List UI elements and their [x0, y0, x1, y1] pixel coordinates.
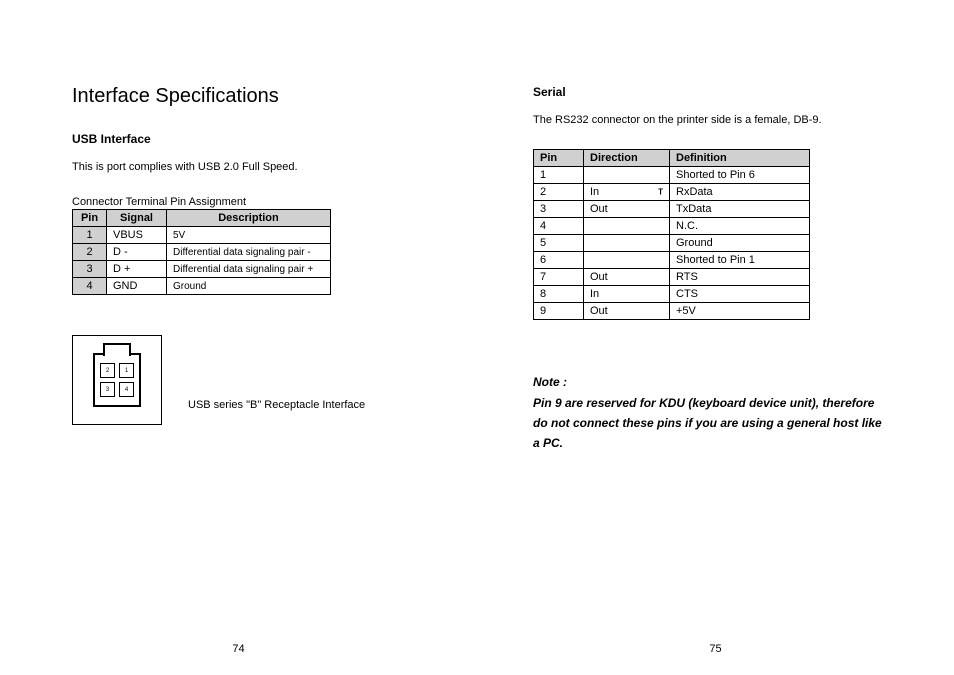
usb-pin-label: 3	[100, 382, 115, 397]
cell-pin: 8	[534, 286, 584, 303]
page-left: Interface Specifications USB Interface T…	[0, 0, 477, 675]
cell-pin: 1	[534, 167, 584, 184]
cell-dir: Out	[584, 269, 670, 286]
table-row: 7 Out RTS	[534, 269, 810, 286]
cell-desc: Differential data signaling pair -	[167, 244, 331, 261]
usb-table-caption: Connector Terminal Pin Assignment	[72, 196, 421, 208]
table-header-row: Pin Signal Description	[73, 210, 331, 227]
note-label: Note :	[533, 372, 882, 392]
cell-dir: In T	[584, 184, 670, 201]
table-row: 3 Out TxData	[534, 201, 810, 218]
cell-signal: GND	[107, 278, 167, 295]
cell-def: TxData	[670, 201, 810, 218]
serial-table: Pin Direction Definition 1 Shorted to Pi…	[533, 149, 810, 320]
cell-dir	[584, 235, 670, 252]
table-row: 4 N.C.	[534, 218, 810, 235]
cell-def: N.C.	[670, 218, 810, 235]
cell-dir	[584, 167, 670, 184]
cell-pin: 2	[534, 184, 584, 201]
usb-figure-row: 2 1 3 4 USB series "B" Receptacle Interf…	[72, 335, 421, 425]
cell-pin: 1	[73, 227, 107, 244]
table-row: 1 Shorted to Pin 6	[534, 167, 810, 184]
cell-pin: 2	[73, 244, 107, 261]
table-row: 4 GND Ground	[73, 278, 331, 295]
cell-pin: 3	[73, 261, 107, 278]
table-row: 5 Ground	[534, 235, 810, 252]
page-number-left: 74	[0, 643, 477, 655]
cell-desc: Ground	[167, 278, 331, 295]
usb-b-receptacle-icon: 2 1 3 4	[72, 335, 162, 425]
table-row: 9 Out +5V	[534, 303, 810, 320]
cell-signal: D -	[107, 244, 167, 261]
table-row: 2 In T RxData	[534, 184, 810, 201]
cell-pin: 9	[534, 303, 584, 320]
cell-pin: 4	[73, 278, 107, 295]
cell-pin: 5	[534, 235, 584, 252]
cell-dir	[584, 252, 670, 269]
page-spread: Interface Specifications USB Interface T…	[0, 0, 954, 675]
cell-dir	[584, 218, 670, 235]
cell-pin: 7	[534, 269, 584, 286]
usb-pin-label: 1	[119, 363, 134, 378]
cell-signal: D +	[107, 261, 167, 278]
th-definition: Definition	[670, 150, 810, 167]
cell-pin: 3	[534, 201, 584, 218]
usb-pin-label: 2	[100, 363, 115, 378]
usb-subheading: USB Interface	[72, 132, 421, 146]
table-row: 8 In CTS	[534, 286, 810, 303]
note-body: Pin 9 are reserved for KDU (keyboard dev…	[533, 393, 882, 454]
serial-subheading: Serial	[533, 85, 882, 99]
main-heading: Interface Specifications	[72, 85, 421, 108]
cell-dir: In	[584, 286, 670, 303]
cell-dir: Out	[584, 201, 670, 218]
cell-desc: Differential data signaling pair +	[167, 261, 331, 278]
usb-table: Pin Signal Description 1 VBUS 5V 2 D - D…	[72, 209, 331, 295]
table-row: 2 D - Differential data signaling pair -	[73, 244, 331, 261]
cell-def: Ground	[670, 235, 810, 252]
cell-def: Shorted to Pin 6	[670, 167, 810, 184]
cell-def: +5V	[670, 303, 810, 320]
table-header-row: Pin Direction Definition	[534, 150, 810, 167]
usb-shell-icon: 2 1 3 4	[93, 353, 141, 407]
usb-body-text: This is port complies with USB 2.0 Full …	[72, 160, 421, 174]
cell-dir: Out	[584, 303, 670, 320]
usb-figure-caption: USB series "B" Receptacle Interface	[188, 399, 365, 425]
cell-def: RTS	[670, 269, 810, 286]
cell-def: CTS	[670, 286, 810, 303]
table-row: 1 VBUS 5V	[73, 227, 331, 244]
th-description: Description	[167, 210, 331, 227]
cell-def: Shorted to Pin 1	[670, 252, 810, 269]
th-signal: Signal	[107, 210, 167, 227]
th-pin: Pin	[73, 210, 107, 227]
page-right: Serial The RS232 connector on the printe…	[477, 0, 954, 675]
th-direction: Direction	[584, 150, 670, 167]
page-number-right: 75	[477, 643, 954, 655]
cell-desc: 5V	[167, 227, 331, 244]
table-row: 6 Shorted to Pin 1	[534, 252, 810, 269]
cell-pin: 4	[534, 218, 584, 235]
th-pin: Pin	[534, 150, 584, 167]
usb-pin-label: 4	[119, 382, 134, 397]
dir-text: In	[590, 186, 599, 198]
cell-pin: 6	[534, 252, 584, 269]
t-mark: T	[658, 188, 663, 197]
table-row: 3 D + Differential data signaling pair +	[73, 261, 331, 278]
cell-signal: VBUS	[107, 227, 167, 244]
serial-body-text: The RS232 connector on the printer side …	[533, 113, 882, 127]
cell-def: RxData	[670, 184, 810, 201]
note-block: Note : Pin 9 are reserved for KDU (keybo…	[533, 372, 882, 454]
